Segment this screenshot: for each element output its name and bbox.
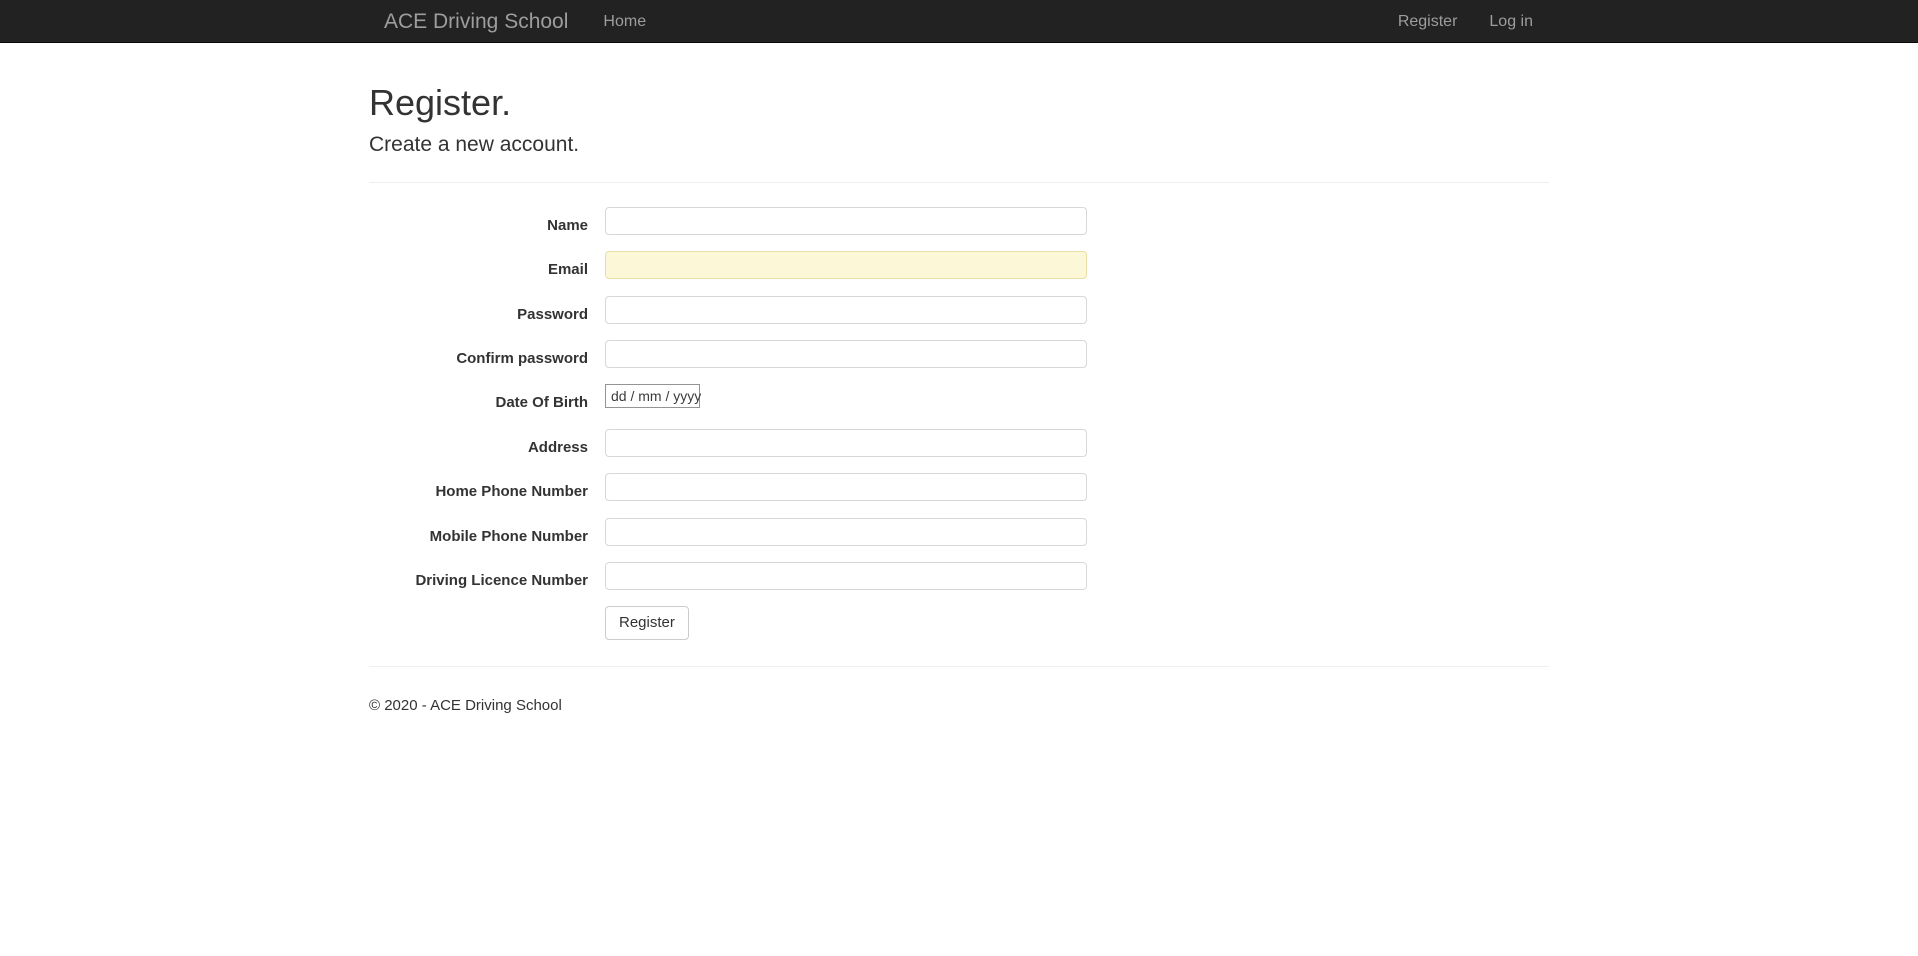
- register-form: Name Email Password Confirm password Dat: [369, 206, 1549, 640]
- date-placeholder-text: dd / mm / yyyy: [611, 388, 702, 405]
- page-title: Register.: [369, 82, 512, 123]
- nav-link-login[interactable]: Log in: [1473, 0, 1549, 42]
- footer-divider: [369, 665, 1549, 667]
- name-input[interactable]: [605, 206, 1087, 235]
- form-row-password: Password: [369, 295, 1549, 325]
- nav-link-home[interactable]: Home: [586, 0, 663, 42]
- date-of-birth-input[interactable]: dd / mm / yyyy: [605, 384, 702, 409]
- page-subtitle: Create a new account.: [369, 132, 580, 156]
- form-row-driving-licence: Driving Licence Number: [369, 562, 1549, 591]
- form-row-address: Address: [369, 428, 1549, 458]
- email-input[interactable]: [605, 251, 1087, 280]
- navbar-inner: ACE Driving School Home Register Log in: [369, 0, 1549, 42]
- nav-link-register[interactable]: Register: [1382, 0, 1474, 42]
- form-row-date-of-birth: Date Of Birth dd / mm / yyyy: [369, 384, 1549, 413]
- footer-copyright: © 2020 - ACE Driving School: [369, 696, 562, 714]
- brand-link[interactable]: ACE Driving School: [369, 0, 586, 42]
- page-footer: © 2020 - ACE Driving School: [369, 691, 1549, 716]
- field-wrapper-password: [605, 295, 1087, 324]
- label-home-phone-number: Home Phone Number: [435, 483, 588, 501]
- title-divider: [369, 181, 1549, 183]
- field-wrapper-date-of-birth: dd / mm / yyyy: [605, 384, 1087, 409]
- password-input[interactable]: [605, 295, 1087, 324]
- label-email: Email: [547, 261, 588, 279]
- submit-label-spacer: [369, 606, 605, 614]
- field-wrapper-submit: Register: [605, 606, 1087, 640]
- navbar-left-group: ACE Driving School Home: [369, 0, 663, 42]
- form-row-email: Email: [369, 251, 1549, 280]
- field-wrapper-confirm-password: [605, 339, 1087, 368]
- label-confirm-password: Confirm password: [456, 349, 588, 367]
- form-row-confirm-password: Confirm password: [369, 339, 1549, 369]
- field-wrapper-address: [605, 428, 1087, 457]
- navbar-right-group: Register Log in: [1382, 0, 1549, 42]
- label-address: Address: [527, 438, 588, 456]
- field-wrapper-mobile-phone: [605, 517, 1087, 546]
- home-phone-number-input[interactable]: [605, 473, 1087, 502]
- main-content-container: Register. Create a new account. Name Ema…: [354, 43, 1564, 716]
- field-wrapper-email: [605, 251, 1087, 280]
- register-submit-button[interactable]: Register: [605, 606, 689, 640]
- label-password: Password: [517, 305, 588, 323]
- label-driving-licence-number: Driving Licence Number: [415, 572, 588, 590]
- form-row-home-phone: Home Phone Number: [369, 473, 1549, 502]
- address-input[interactable]: [605, 428, 1087, 457]
- top-navigation-bar: ACE Driving School Home Register Log in: [0, 0, 1918, 43]
- form-row-mobile-phone: Mobile Phone Number: [369, 517, 1549, 547]
- field-wrapper-name: [605, 206, 1087, 235]
- mobile-phone-number-input[interactable]: [605, 517, 1087, 546]
- label-date-of-birth: Date Of Birth: [495, 394, 588, 412]
- form-row-name: Name: [369, 206, 1549, 236]
- label-name: Name: [547, 216, 588, 234]
- confirm-password-input[interactable]: [605, 339, 1087, 368]
- label-mobile-phone-number: Mobile Phone Number: [429, 527, 588, 545]
- field-wrapper-driving-licence: [605, 562, 1087, 591]
- form-row-submit: Register: [369, 606, 1549, 640]
- driving-licence-number-input[interactable]: [605, 562, 1087, 591]
- field-wrapper-home-phone: [605, 473, 1087, 502]
